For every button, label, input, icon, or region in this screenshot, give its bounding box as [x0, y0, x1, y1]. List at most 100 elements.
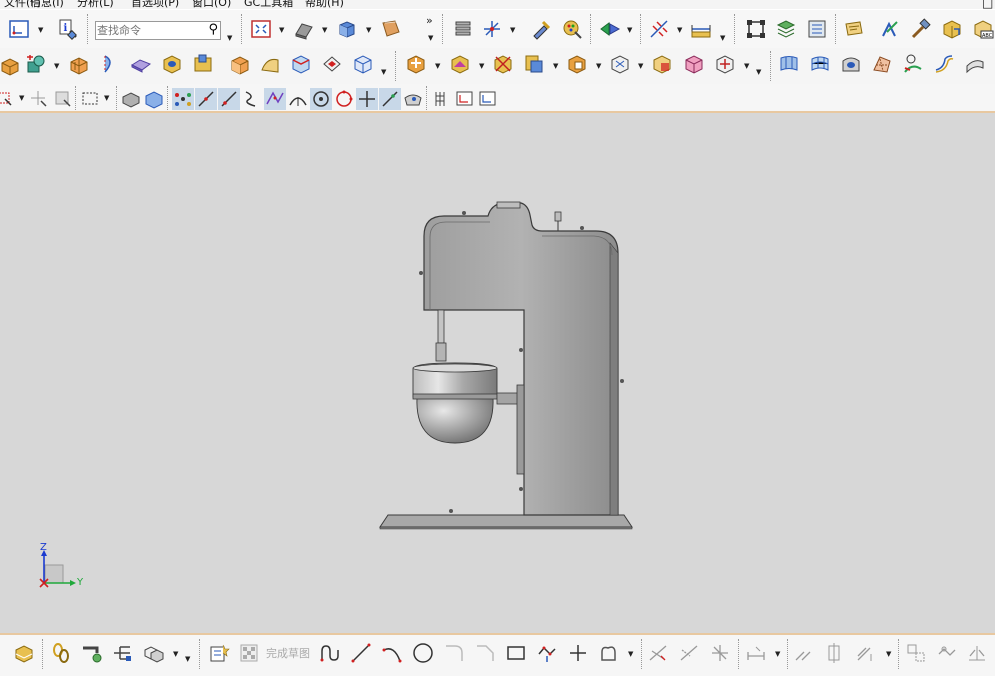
rectangle-select-icon[interactable] — [80, 88, 102, 110]
quick-trim-icon[interactable] — [647, 642, 669, 664]
toolbar-overflow[interactable]: » — [426, 14, 433, 27]
menu-item-help[interactable]: 帮助(H) — [305, 0, 344, 9]
studio-spline-icon[interactable] — [598, 642, 620, 664]
graphics-viewport[interactable]: Z Y — [0, 113, 995, 633]
snap-line-icon[interactable] — [218, 88, 240, 110]
shell-icon[interactable] — [321, 53, 343, 75]
menu-item-analysis[interactable]: 分析(L) — [77, 0, 114, 9]
filter-icon[interactable] — [0, 88, 18, 110]
sketch-feature-icon[interactable] — [0, 55, 22, 77]
geometric-constraint-icon[interactable] — [793, 642, 815, 664]
silhouette-flange-icon[interactable] — [964, 53, 986, 75]
model-canvas[interactable] — [0, 113, 995, 633]
point-icon[interactable] — [567, 642, 589, 664]
route-pipe-icon[interactable] — [80, 642, 102, 664]
block-icon[interactable] — [229, 53, 251, 75]
chevron-down-icon[interactable]: ▼ — [628, 650, 633, 658]
surface-patch-icon[interactable] — [259, 53, 281, 75]
snap-curve-icon[interactable] — [241, 88, 263, 110]
arc-icon[interactable] — [381, 642, 403, 664]
restore-button[interactable]: □ — [982, 0, 993, 9]
chevron-down-icon[interactable]: ▼ — [775, 650, 780, 658]
snap-quadrant-icon[interactable] — [333, 88, 355, 110]
chamfer-sketch-icon[interactable] — [474, 642, 496, 664]
sweep-icon[interactable] — [130, 53, 152, 75]
studio-surface-icon[interactable] — [840, 53, 862, 75]
chevron-down-icon[interactable]: ▼ — [54, 62, 59, 70]
wcs-dynamic-icon[interactable] — [477, 88, 499, 110]
rectangle-icon[interactable] — [505, 642, 527, 664]
chevron-down-icon[interactable]: ▼ — [104, 94, 109, 102]
chevron-down-icon[interactable]: ▼ — [38, 26, 43, 34]
chevron-down-icon[interactable]: ▼ — [596, 62, 601, 70]
chevron-down-icon[interactable]: ▼ — [19, 94, 24, 102]
chevron-down-icon[interactable]: ▼ — [756, 68, 761, 76]
assembly-component-icon[interactable] — [142, 642, 164, 664]
line-icon[interactable] — [350, 642, 372, 664]
edit-object-icon[interactable] — [530, 18, 552, 40]
snap-endpoints-icon[interactable] — [172, 88, 194, 110]
subtract-icon[interactable] — [566, 53, 588, 75]
wcs-orient-icon[interactable] — [481, 18, 503, 40]
menu-item-gc-toolbox[interactable]: GC工具箱 — [244, 0, 293, 9]
through-curves-icon[interactable] — [778, 53, 800, 75]
show-constraints-icon[interactable] — [824, 642, 846, 664]
draft-icon[interactable] — [352, 53, 374, 75]
offset-face-icon[interactable] — [609, 53, 631, 75]
snap-cross-icon[interactable] — [28, 88, 50, 110]
shaded-edges-icon[interactable] — [293, 18, 315, 40]
wcs-display-icon[interactable] — [454, 88, 476, 110]
chamfer-icon[interactable] — [290, 53, 312, 75]
chevron-down-icon[interactable]: ▼ — [510, 26, 515, 34]
revolve-icon[interactable] — [99, 53, 121, 75]
chevron-down-icon[interactable]: ▼ — [366, 26, 371, 34]
measure-distance-icon[interactable] — [690, 18, 712, 40]
boss-feature-icon[interactable] — [192, 53, 214, 75]
chevron-down-icon[interactable]: ▼ — [185, 655, 190, 663]
text-abc-icon[interactable]: ABC — [972, 18, 994, 40]
pattern-curve-icon[interactable] — [936, 642, 958, 664]
show-hide-icon[interactable] — [599, 18, 621, 40]
snap-point-on-curve-icon[interactable] — [379, 88, 401, 110]
snap-midpoint-icon[interactable] — [195, 88, 217, 110]
chevron-down-icon[interactable]: ▼ — [381, 68, 386, 76]
mixer-assembly[interactable] — [379, 201, 633, 530]
transition-icon[interactable] — [902, 53, 924, 75]
hole-feature-icon[interactable] — [161, 53, 183, 75]
select-body-icon[interactable] — [120, 88, 142, 110]
chevron-down-icon[interactable]: ▼ — [638, 62, 643, 70]
sketch-task-icon[interactable] — [208, 642, 230, 664]
save-part-icon[interactable] — [13, 642, 35, 664]
n-sided-surface-icon[interactable] — [871, 53, 893, 75]
fit-view-icon[interactable] — [250, 18, 272, 40]
auto-constrain-icon[interactable] — [855, 642, 877, 664]
circle-icon[interactable] — [412, 642, 434, 664]
edge-blend-icon[interactable] — [405, 53, 427, 75]
command-search-box[interactable]: ⚲ — [95, 21, 221, 40]
mirror-curve-icon[interactable] — [966, 642, 988, 664]
offset-curve-icon[interactable] — [905, 642, 927, 664]
grid-display-icon[interactable] — [431, 88, 453, 110]
finish-sketch-flag-icon[interactable] — [238, 642, 260, 664]
layer-stack-icon[interactable] — [452, 18, 474, 40]
menu-item-preferences[interactable]: 首选项(P) — [131, 0, 179, 9]
minimize-button[interactable]: _ — [965, 0, 971, 9]
snap-point-icon[interactable] — [648, 18, 670, 40]
unite-icon[interactable] — [523, 53, 545, 75]
select-face-icon[interactable] — [52, 88, 74, 110]
chevron-down-icon[interactable]: ▼ — [677, 26, 682, 34]
snap-existing-point-icon[interactable] — [356, 88, 378, 110]
chevron-down-icon[interactable]: ▼ — [435, 62, 440, 70]
curve-mesh-icon[interactable] — [809, 53, 831, 75]
info-icon[interactable]: i — [57, 18, 79, 40]
part-navigator-icon[interactable] — [806, 18, 828, 40]
datum-shape-icon[interactable] — [25, 53, 47, 75]
chevron-down-icon[interactable]: ▼ — [173, 650, 178, 658]
quick-extend-icon[interactable] — [678, 642, 700, 664]
chevron-down-icon[interactable]: ▼ — [886, 650, 891, 658]
extrude-icon[interactable] — [68, 53, 90, 75]
move-face-icon[interactable] — [714, 53, 736, 75]
layer-settings-icon[interactable] — [380, 18, 402, 40]
wiring-harness-icon[interactable] — [111, 642, 133, 664]
chain-link-icon[interactable] — [50, 642, 72, 664]
